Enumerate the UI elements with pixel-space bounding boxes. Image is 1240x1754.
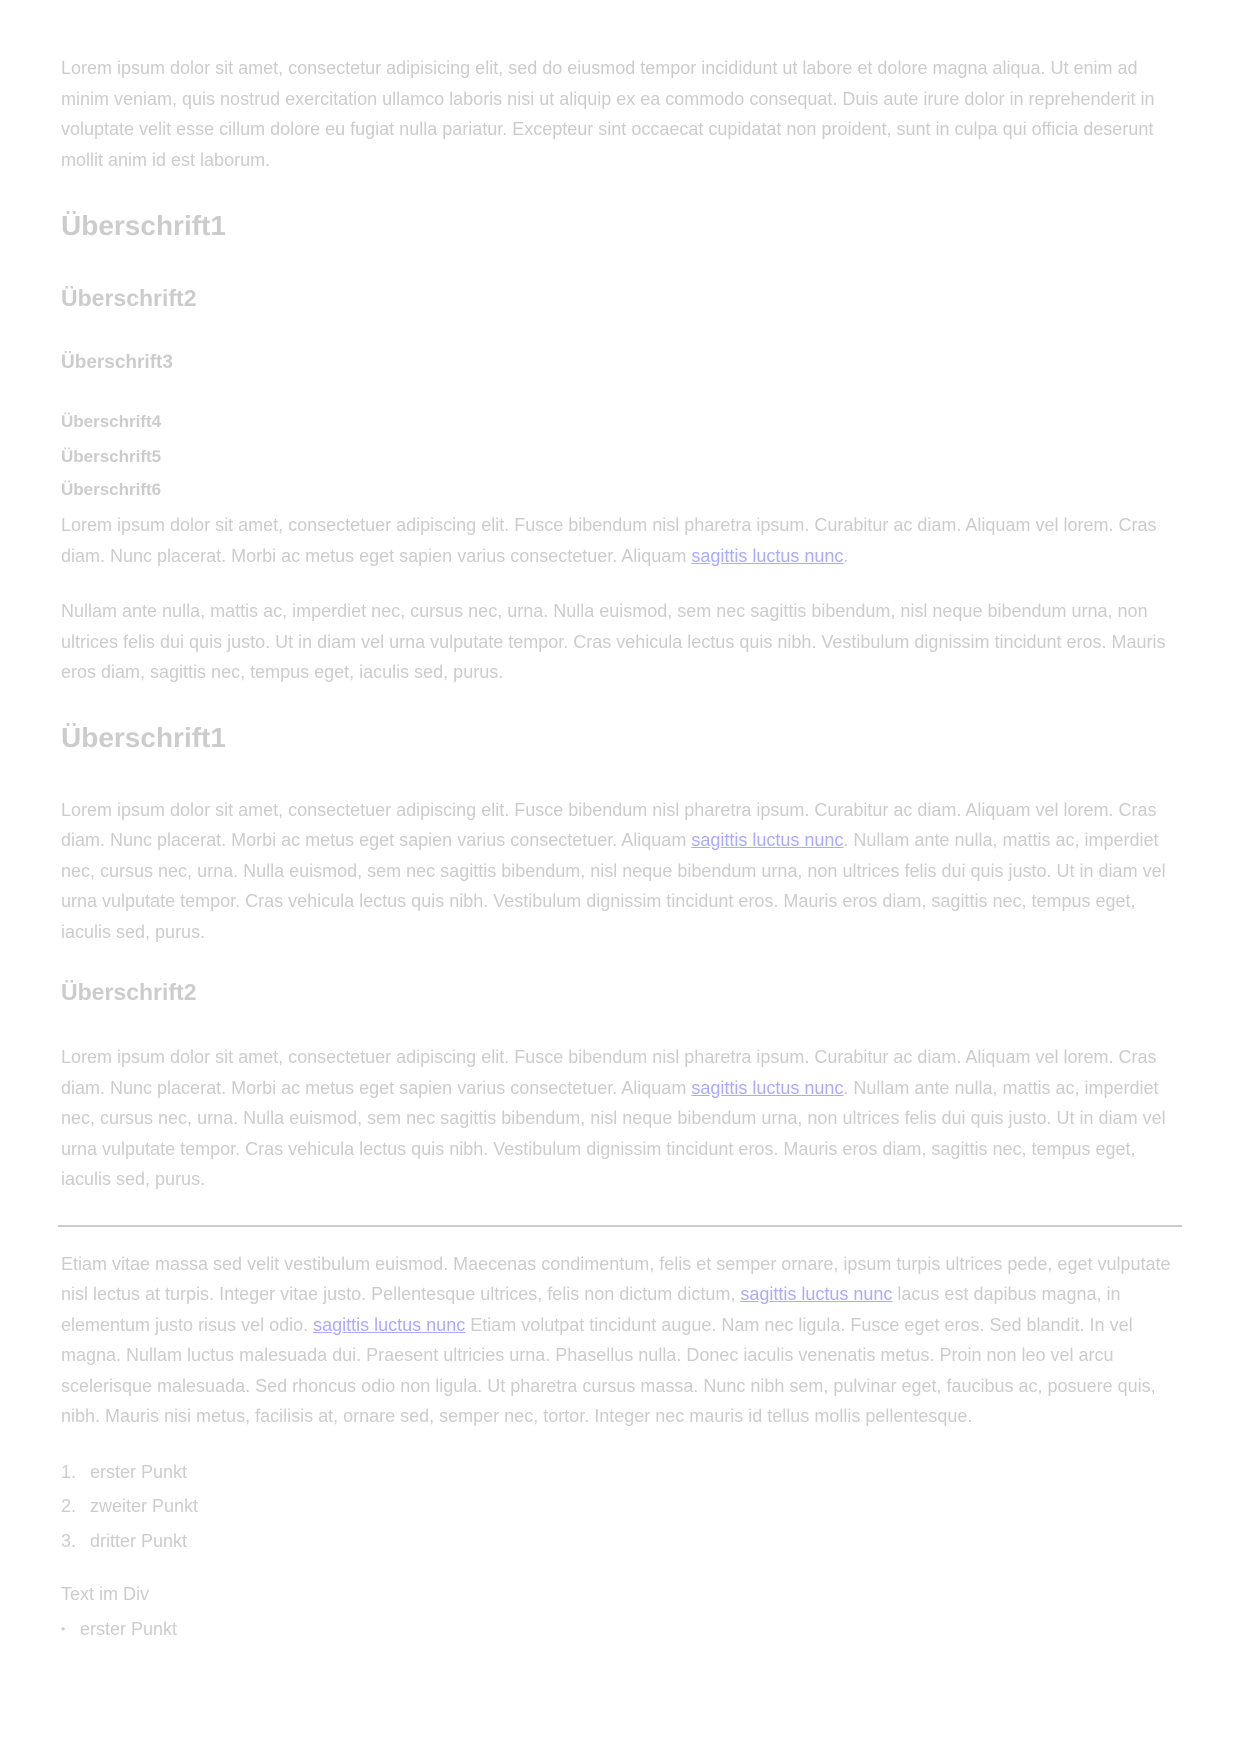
ordered-list: 1. erster Punkt 2. zweiter Punkt 3. dritter… (61, 1455, 1183, 1559)
bullet-icon: • (61, 1622, 66, 1636)
div-text: Text im Div (61, 1584, 150, 1604)
heading-1: Überschrift1 (61, 210, 226, 241)
list-item-label: erster Punkt (90, 1461, 188, 1482)
list-item-label: zweiter Punkt (90, 1496, 199, 1516)
heading-6: Überschrift6 (61, 480, 162, 499)
heading-5: Überschrift5 (61, 447, 162, 466)
list-item: 2. zweiter Punkt (61, 1489, 1183, 1524)
list-number: 1. (61, 1461, 77, 1482)
paragraph: Etiam vitae massa sed velit vestibulum e… (61, 1249, 1183, 1432)
heading-4: Überschrift4 (61, 412, 162, 431)
section-1-heading: Überschrift1 (61, 721, 226, 753)
paragraph: Nullam ante nulla, mattis ac, imperdiet … (61, 601, 1166, 682)
heading-2: Überschrift2 (61, 285, 197, 311)
heading-3: Überschrift3 (61, 352, 173, 373)
list-item: 3. dritter Punkt (61, 1524, 1183, 1559)
section-1-paragraph: Lorem ipsum dolor sit amet, consectetuer… (61, 795, 1183, 948)
list-number: 3. (61, 1530, 77, 1551)
list-item-label: dritter Punkt (90, 1530, 188, 1551)
link[interactable]: sagittis luctus nunc (691, 546, 843, 566)
horizontal-rule (58, 1224, 1182, 1227)
intro-paragraph: Lorem ipsum dolor sit amet, consectetur … (61, 58, 1155, 170)
link[interactable]: sagittis luctus nunc (740, 1284, 892, 1304)
link[interactable]: sagittis luctus nunc (313, 1315, 465, 1335)
link[interactable]: sagittis luctus nunc (691, 1078, 843, 1098)
document: Lorem ipsum dolor sit amet, consectetur … (0, 0, 1183, 1644)
paragraph-text: . (843, 545, 849, 566)
list-number: 2. (61, 1496, 77, 1516)
section-2-paragraph: Lorem ipsum dolor sit amet, consectetuer… (61, 1042, 1183, 1195)
paragraph: Lorem ipsum dolor sit amet, consectetuer… (61, 510, 1183, 571)
link[interactable]: sagittis luctus nunc (691, 830, 843, 850)
paragraph-text: Lorem ipsum dolor sit amet, consectetuer… (61, 515, 1157, 566)
list-item: • erster Punkt (61, 1614, 1183, 1644)
section-2-heading: Überschrift2 (61, 979, 197, 1005)
list-item: 1. erster Punkt (61, 1455, 1183, 1490)
bullet-list: • erster Punkt (61, 1614, 1183, 1644)
list-item-label: erster Punkt (80, 1619, 178, 1639)
